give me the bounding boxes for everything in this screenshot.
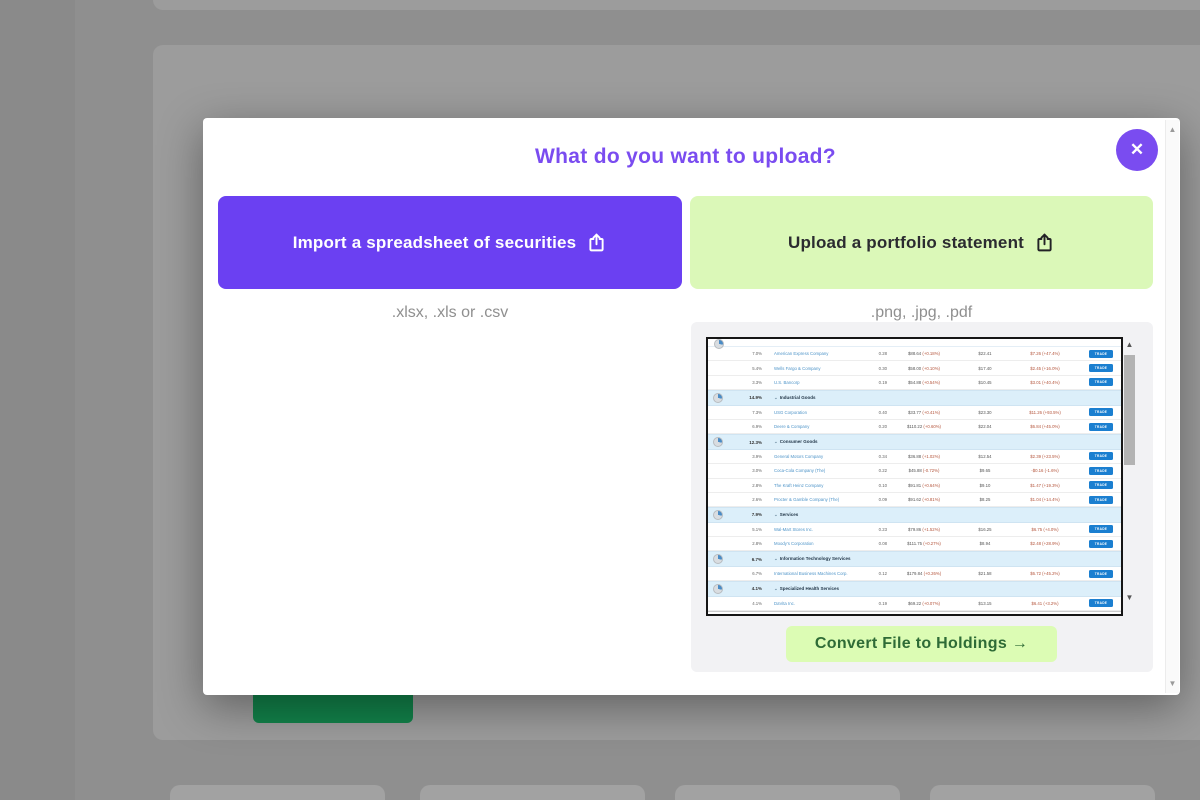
portfolio-preview-image: 7.0%American Express Company0.28$88.64 (…: [706, 337, 1123, 616]
trade-button[interactable]: TRADE: [1089, 570, 1113, 578]
stock-row: 6.9%Deere & Company0.20$110.22 (+0.60%)$…: [708, 420, 1121, 434]
stock-name-link[interactable]: The Kraft Heinz Company: [762, 483, 853, 488]
stock-row: 4.1%DaVita Inc.0.19$69.22 (+0.07%)$13.15…: [708, 597, 1121, 611]
stock-name-link[interactable]: General Motors Company: [762, 454, 853, 459]
scroll-down-icon[interactable]: ▼: [1166, 679, 1179, 688]
pie-chart-icon: [708, 584, 728, 594]
trade-button[interactable]: TRADE: [1089, 599, 1113, 607]
modal-scrollbar[interactable]: ▲ ▼: [1165, 120, 1179, 693]
trade-button[interactable]: TRADE: [1089, 467, 1113, 475]
close-button[interactable]: ✕: [1116, 129, 1158, 171]
stock-name-link[interactable]: Coca-Cola Company (The): [762, 468, 853, 473]
modal-title: What do you want to upload?: [203, 145, 1168, 169]
segment-header-row: 6.7%⌄Information Technology Services: [708, 551, 1121, 566]
convert-file-button[interactable]: Convert File to Holdings →: [786, 626, 1057, 662]
segment-header-row: 12.3%⌄Consumer Goods: [708, 434, 1121, 449]
scroll-up-icon[interactable]: ▲: [1123, 340, 1136, 349]
scrollbar-thumb[interactable]: [1124, 355, 1135, 465]
scroll-down-icon[interactable]: ▼: [1123, 593, 1136, 602]
trade-button[interactable]: TRADE: [1089, 378, 1113, 386]
trade-button[interactable]: TRADE: [1089, 496, 1113, 504]
upload-modal: What do you want to upload? ✕ Import a s…: [203, 118, 1180, 695]
screen: Portfolio Actions Add Know wh Status Sea…: [0, 0, 1200, 800]
preview-table-footer: Weight in Motif Segment & Stocks Shares …: [708, 611, 1121, 616]
stock-row: 7.0%American Express Company0.28$88.64 (…: [708, 347, 1121, 361]
stock-row: 3.0%Coca-Cola Company (The)0.22$45.88 (-…: [708, 464, 1121, 478]
close-icon: ✕: [1130, 140, 1144, 160]
pie-chart-icon: [708, 437, 728, 447]
bottom-card: [930, 785, 1155, 800]
scroll-up-icon[interactable]: ▲: [1166, 125, 1179, 134]
import-button-label: Import a spreadsheet of securities: [293, 233, 577, 253]
top-card: [153, 0, 1200, 10]
upload-file-types: .png, .jpg, .pdf: [690, 304, 1153, 322]
stock-name-link[interactable]: American Express Company: [762, 351, 853, 356]
pie-chart-icon: [708, 510, 728, 520]
chevron-down-icon: ⌄: [774, 395, 778, 400]
stock-name-link[interactable]: Wal-Mart Stores Inc.: [762, 527, 853, 532]
segment-header-row: 4.1%⌄Specialized Health Services: [708, 581, 1121, 596]
import-file-types: .xlsx, .xls or .csv: [218, 304, 682, 322]
stock-name-link[interactable]: Moody's Corporation: [762, 541, 853, 546]
segment-header-row: 14.9%⌄Industrial Goods: [708, 390, 1121, 405]
stock-name-link[interactable]: Wells Fargo & Company: [762, 366, 853, 371]
trade-button[interactable]: TRADE: [1089, 350, 1113, 358]
stock-row: 6.7%International Business Machines Corp…: [708, 567, 1121, 581]
bottom-card: [170, 785, 385, 800]
stock-name-link[interactable]: International Business Machines Corp.: [762, 571, 853, 576]
pie-chart-icon: [708, 554, 728, 564]
upload-button-label: Upload a portfolio statement: [788, 233, 1024, 253]
upload-icon: [586, 232, 607, 253]
trade-button[interactable]: TRADE: [1089, 452, 1113, 460]
stock-name-link[interactable]: DaVita Inc.: [762, 601, 853, 606]
stock-name-link[interactable]: U.S. Bancorp: [762, 380, 853, 385]
stock-row: 3.3%U.S. Bancorp0.19$54.88 (+0.54%)$10.4…: [708, 376, 1121, 390]
stock-row: 2.8%Moody's Corporation0.08$111.75 (+0.2…: [708, 537, 1121, 551]
pie-chart-icon: [708, 393, 728, 403]
stock-row: 3.9%General Motors Company0.34$36.88 (+1…: [708, 450, 1121, 464]
stock-name-link[interactable]: Deere & Company: [762, 424, 853, 429]
trade-button[interactable]: TRADE: [1089, 364, 1113, 372]
chevron-down-icon: ⌄: [774, 512, 778, 517]
stock-row: 2.6%Procter & Gamble Company (The)0.09$9…: [708, 493, 1121, 507]
pie-chart-icon: [714, 339, 724, 349]
chevron-down-icon: ⌄: [774, 439, 778, 444]
upload-icon: [1034, 232, 1055, 253]
upload-statement-button[interactable]: Upload a portfolio statement: [690, 196, 1153, 289]
stock-row: 7.3%USG Corporation0.40$33.77 (+0.41%)$2…: [708, 406, 1121, 420]
stock-name-link[interactable]: USG Corporation: [762, 410, 853, 415]
chevron-down-icon: ⌄: [774, 556, 778, 561]
chevron-down-icon: ⌄: [774, 586, 778, 591]
preview-table-rows: 7.0%American Express Company0.28$88.64 (…: [708, 347, 1121, 611]
trade-button[interactable]: TRADE: [1089, 540, 1113, 548]
clipped-top-row: [708, 339, 1121, 347]
bottom-card: [420, 785, 645, 800]
trade-button[interactable]: TRADE: [1089, 525, 1113, 533]
trade-button[interactable]: TRADE: [1089, 408, 1113, 416]
stock-name-link[interactable]: Procter & Gamble Company (The): [762, 497, 853, 502]
trade-button[interactable]: TRADE: [1089, 481, 1113, 489]
stock-row: 5.4%Wells Fargo & Company0.30$58.00 (+0.…: [708, 361, 1121, 375]
stock-row: 2.8%The Kraft Heinz Company0.10$91.81 (+…: [708, 479, 1121, 493]
bottom-card: [675, 785, 900, 800]
convert-button-label: Convert File to Holdings →: [815, 635, 1028, 653]
preview-scrollbar[interactable]: ▲ ▼: [1123, 337, 1136, 612]
trade-button[interactable]: TRADE: [1089, 423, 1113, 431]
segment-header-row: 7.9%⌄Services: [708, 507, 1121, 522]
stock-row: 5.1%Wal-Mart Stores Inc.0.23$79.86 (+1.5…: [708, 523, 1121, 537]
import-spreadsheet-button[interactable]: Import a spreadsheet of securities: [218, 196, 682, 289]
statement-preview-panel: 7.0%American Express Company0.28$88.64 (…: [691, 322, 1153, 672]
